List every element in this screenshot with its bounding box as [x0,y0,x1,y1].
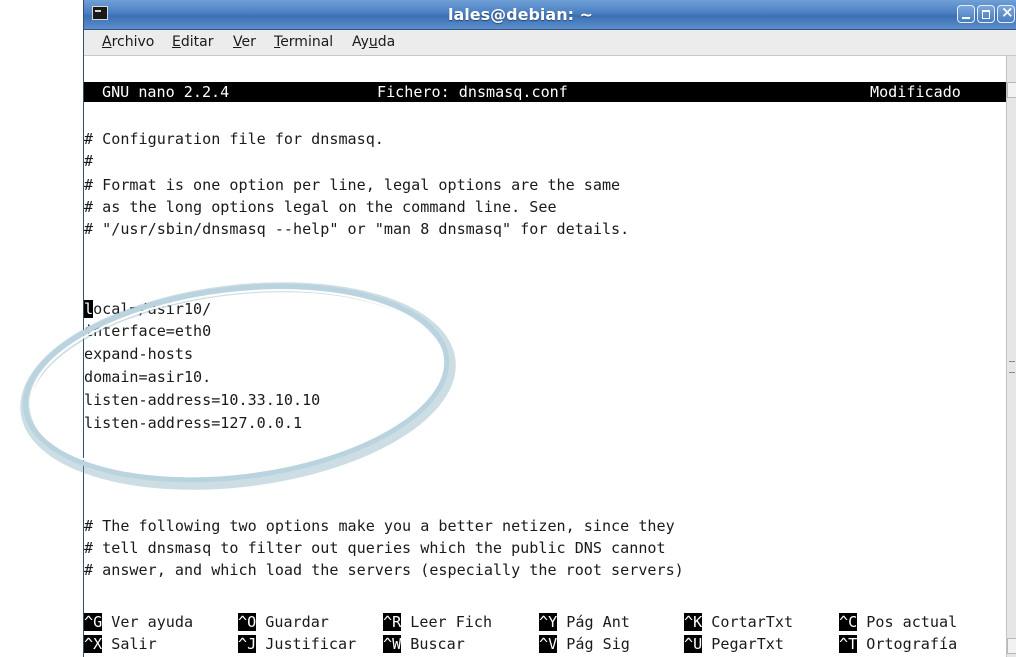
nano-status: Modificado [870,83,961,101]
shortcut-paste[interactable]: ^U PegarTxt [684,633,784,655]
comment-line: # Configuration file for dnsmasq. [84,130,384,148]
menu-editar[interactable]: Editar [172,30,213,55]
shortcut-spell[interactable]: ^T Ortografía [839,633,957,655]
scroll-down-arrow[interactable] [1007,638,1016,654]
minimize-button[interactable] [957,5,975,23]
menu-terminal[interactable]: Terminal [274,30,333,55]
shortcut-cut[interactable]: ^K CortarTxt [684,611,793,633]
config-line: domain=asir10. [84,368,212,386]
shortcut-cur-pos[interactable]: ^C Pos actual [839,611,957,633]
comment-line: # "/usr/sbin/dnsmasq --help" or "man 8 d… [84,220,630,238]
menu-archivo[interactable]: Archivo [102,30,154,55]
shortcut-next-page[interactable]: ^V Pág Sig [539,633,630,655]
scroll-grip-icon[interactable] [1009,361,1015,373]
terminal-area[interactable]: GNU nano 2.2.4 Fichero: dnsmasq.conf Mod… [84,56,1006,657]
shortcut-save[interactable]: ^O Guardar [238,611,329,633]
config-line: interface=eth0 [84,322,212,340]
nano-header-bar: GNU nano 2.2.4 Fichero: dnsmasq.conf Mod… [84,82,1006,102]
window-title: lales@debian: ~ [448,5,593,24]
menu-bar: Archivo Editar Ver Terminal Ayuda [84,30,1016,56]
comment-line: # as the long options legal on the comma… [84,198,557,216]
config-line: expand-hosts [84,345,194,363]
close-button[interactable] [997,3,1015,23]
text-cursor: l [84,300,94,318]
terminal-window: lales@debian: ~ Archivo Editar Ver Termi… [83,0,1016,657]
nano-version: GNU nano 2.2.4 [102,83,230,101]
shortcut-justify[interactable]: ^J Justificar [238,633,356,655]
shortcut-search[interactable]: ^W Buscar [383,633,465,655]
vertical-scrollbar[interactable] [1006,56,1016,657]
config-line-local: local=/asir10/ [84,300,212,318]
shortcut-help[interactable]: ^G Ver ayuda [84,611,193,633]
shortcut-prev-page[interactable]: ^Y Pág Ant [539,611,630,633]
shortcut-row: ^G Ver ayuda ^O Guardar ^R Leer Fich ^Y … [84,611,1006,633]
menu-ver[interactable]: Ver [233,30,256,55]
shortcut-exit[interactable]: ^X Salir [84,633,157,655]
config-line: listen-address=127.0.0.1 [84,414,303,432]
scroll-up-arrow[interactable] [1007,82,1016,98]
comment-line: # The following two options make you a b… [84,517,675,535]
shortcut-read-file[interactable]: ^R Leer Fich [383,611,492,633]
menu-ayuda[interactable]: Ayuda [352,30,395,55]
comment-line: # Format is one option per line, legal o… [84,176,621,194]
shortcut-row: ^X Salir ^J Justificar ^W Buscar ^V Pág … [84,633,1006,655]
comment-line: # tell dnsmasq to filter out queries whi… [84,539,666,557]
maximize-button[interactable] [977,5,995,23]
nano-filename: Fichero: dnsmasq.conf [377,83,568,101]
config-line: listen-address=10.33.10.10 [84,391,321,409]
title-bar[interactable]: lales@debian: ~ [84,0,1016,30]
comment-line: # [84,152,94,170]
comment-line: # answer, and which load the servers (es… [84,561,684,579]
